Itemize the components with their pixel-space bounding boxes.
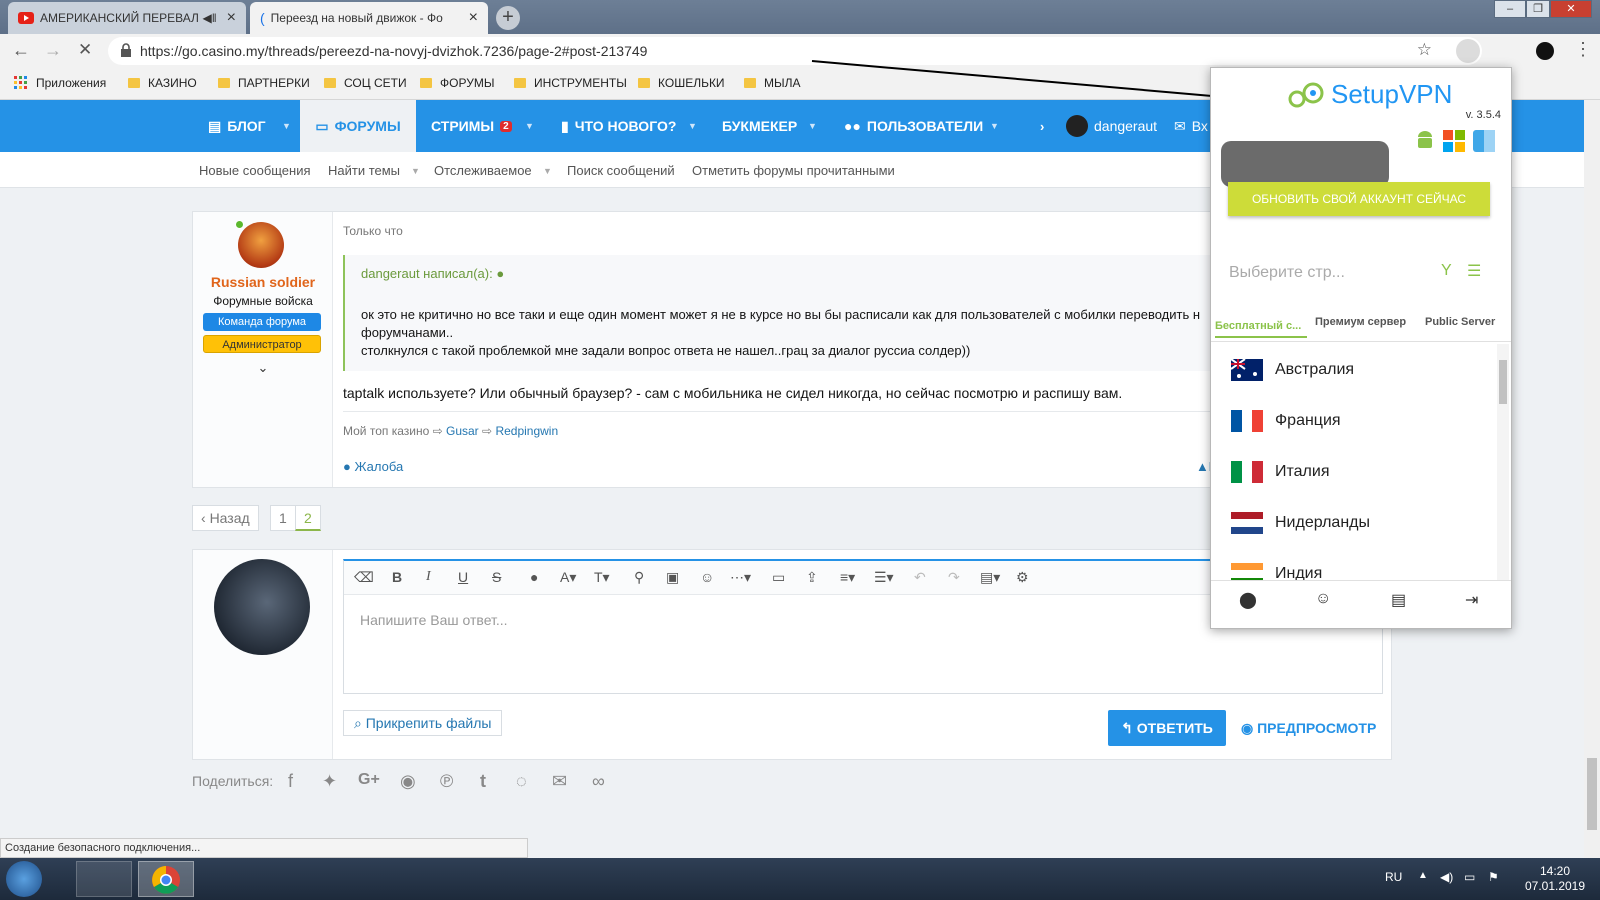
vpn-version: v. 3.5.4 bbox=[1465, 109, 1501, 121]
country-search-input[interactable]: Выберите стр... bbox=[1229, 264, 1345, 282]
country-name: Австралия bbox=[1275, 361, 1355, 378]
clock-time: 14:20 bbox=[1539, 864, 1571, 878]
sort-icon[interactable]: ☰ bbox=[1467, 261, 1481, 281]
country-name: Нидерланды bbox=[1275, 514, 1370, 531]
vpn-logo-icon bbox=[1287, 81, 1327, 109]
account-info bbox=[1221, 141, 1389, 187]
tray-expand-icon[interactable]: ▲ bbox=[1418, 870, 1428, 881]
vpn-brand: SetupVPN bbox=[1331, 79, 1453, 109]
country-netherlands[interactable]: Нидерланды bbox=[1231, 512, 1370, 534]
tab-public-server[interactable]: Public Server bbox=[1425, 316, 1495, 328]
account-card-icon[interactable]: ▤ bbox=[1391, 590, 1406, 610]
country-list: Австралия Франция Италия Нидерланды Инди… bbox=[1211, 344, 1497, 580]
page-scrollbar[interactable] bbox=[1584, 100, 1600, 858]
flag-netherlands-icon bbox=[1231, 512, 1263, 534]
tab-premium-server[interactable]: Премиум сервер bbox=[1315, 316, 1406, 328]
country-name: Франция bbox=[1275, 412, 1341, 429]
clock[interactable]: 14:20 07.01.2019 bbox=[1520, 864, 1590, 894]
flag-india-icon bbox=[1231, 563, 1263, 580]
volume-icon[interactable]: ◀) bbox=[1440, 870, 1453, 884]
clock-date: 07.01.2019 bbox=[1524, 879, 1586, 893]
country-list-scrollbar[interactable] bbox=[1497, 344, 1509, 580]
action-center-flag-icon[interactable]: ⚑ bbox=[1488, 870, 1499, 884]
language-indicator[interactable]: RU bbox=[1385, 870, 1402, 884]
windows-taskbar: RU ▲ ◀) ▭ ⚑ 14:20 07.01.2019 bbox=[0, 858, 1600, 900]
tab-free-servers[interactable]: Бесплатный с... bbox=[1215, 320, 1307, 338]
country-india[interactable]: Индия bbox=[1231, 563, 1322, 580]
page-scrollbar-thumb[interactable] bbox=[1587, 758, 1597, 830]
flag-france-icon bbox=[1231, 410, 1264, 432]
fork-icon[interactable]: Y bbox=[1441, 262, 1452, 280]
upgrade-account-button[interactable]: ОБНОВИТЬ СВОЙ АККАУНТ СЕЙЧАС bbox=[1228, 182, 1490, 216]
windows-start-button[interactable] bbox=[6, 861, 42, 897]
country-italy[interactable]: Италия bbox=[1231, 461, 1329, 483]
browser-status-bar: Создание безопасного подключения... bbox=[0, 838, 528, 858]
network-icon[interactable]: ▭ bbox=[1464, 870, 1475, 884]
flag-australia-icon bbox=[1231, 359, 1263, 381]
vpn-footer-divider bbox=[1211, 580, 1511, 581]
country-name: Индия bbox=[1275, 565, 1323, 580]
mac-finder-icon[interactable] bbox=[1473, 130, 1495, 152]
taskbar-chrome[interactable] bbox=[138, 861, 194, 897]
support-agent-icon[interactable]: ☺ bbox=[1315, 590, 1331, 608]
setupvpn-popup: SetupVPN v. 3.5.4 ОБНОВИТЬ СВОЙ АККАУНТ … bbox=[1210, 67, 1512, 629]
ip-location-icon[interactable]: ⬤ bbox=[1239, 590, 1257, 610]
country-list-scrollbar-thumb[interactable] bbox=[1499, 360, 1507, 404]
country-australia[interactable]: Австралия bbox=[1231, 359, 1354, 381]
android-icon[interactable] bbox=[1415, 130, 1435, 152]
logout-icon[interactable]: ⇥ bbox=[1465, 590, 1478, 610]
taskbar-explorer[interactable] bbox=[76, 861, 132, 897]
chrome-icon bbox=[151, 865, 181, 895]
country-name: Италия bbox=[1275, 463, 1330, 480]
country-france[interactable]: Франция bbox=[1231, 410, 1341, 432]
vpn-logo: SetupVPN bbox=[1287, 79, 1452, 110]
windows-icon[interactable] bbox=[1443, 130, 1465, 152]
flag-italy-icon bbox=[1231, 461, 1264, 483]
